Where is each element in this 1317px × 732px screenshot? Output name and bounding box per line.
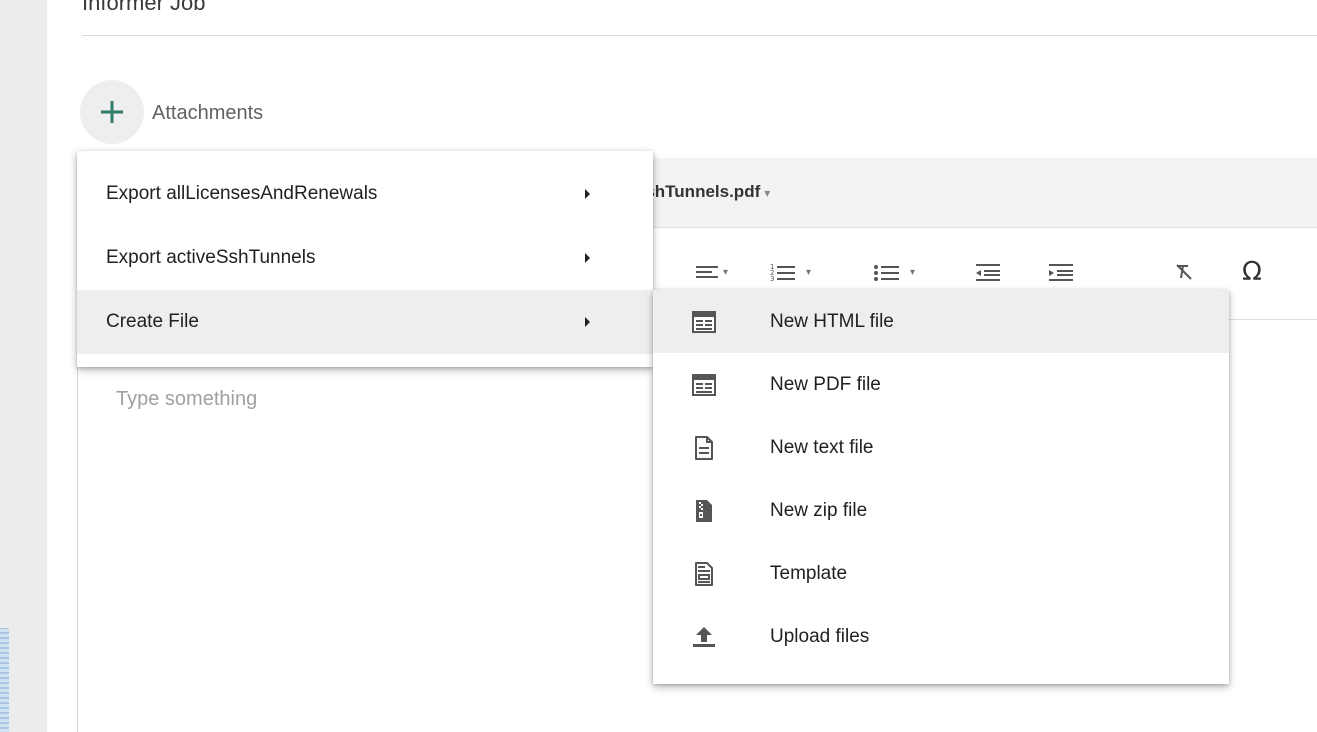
submenu-item-new-zip-file[interactable]: New zip file: [653, 479, 1229, 542]
indent-icon: [1049, 264, 1073, 281]
left-rail-decoration: [0, 628, 9, 732]
menu-item-label: Export activeSshTunnels: [106, 247, 316, 268]
submenu-item-new-html-file[interactable]: New HTML file: [653, 290, 1229, 353]
chevron-down-icon: ▾: [910, 266, 916, 278]
ordered-list-button[interactable]: 1 2 3 ▾: [770, 256, 811, 288]
attachments-label: Attachments: [152, 102, 264, 124]
submenu-item-label: Template: [770, 562, 848, 584]
submenu-item-label: New HTML file: [770, 310, 894, 332]
outdent-button[interactable]: [976, 256, 1002, 288]
attachments-context-menu: Export allLicensesAndRenewals Export act…: [77, 151, 653, 367]
menu-item-label: Export allLicensesAndRenewals: [106, 183, 378, 204]
zip-file-icon: [691, 498, 717, 524]
submenu-item-label: New zip file: [770, 499, 868, 521]
caret-right-icon: [585, 253, 590, 263]
chevron-down-icon: ▾: [764, 186, 771, 200]
menu-item-export-all-licenses[interactable]: Export allLicensesAndRenewals: [77, 162, 653, 226]
html-file-icon: [691, 309, 717, 335]
editor-placeholder: Type something: [116, 388, 258, 410]
clear-format-icon: [1176, 264, 1192, 280]
menu-item-export-active-ssh-tunnels[interactable]: Export activeSshTunnels: [77, 226, 653, 290]
bullet-list-icon: [874, 265, 899, 281]
text-file-icon: [691, 435, 717, 461]
chevron-down-icon: ▾: [723, 266, 729, 278]
outdent-icon: [976, 264, 1000, 281]
caret-right-icon: [585, 317, 590, 327]
job-title-field[interactable]: Informer Job: [82, 0, 1317, 36]
align-button[interactable]: ▾: [696, 256, 728, 288]
indent-button[interactable]: [1049, 256, 1075, 288]
chevron-down-icon: ▾: [806, 266, 812, 278]
bullet-list-button[interactable]: ▾: [874, 256, 915, 288]
file-tab-bar: SshTunnels.pdf ▾: [634, 158, 1317, 228]
clear-format-button[interactable]: [1174, 256, 1194, 288]
submenu-item-label: New PDF file: [770, 373, 881, 395]
ordered-list-icon: 1 2 3: [770, 263, 795, 282]
pdf-file-icon: [691, 372, 717, 398]
file-tab[interactable]: SshTunnels.pdf ▾: [634, 182, 770, 202]
menu-item-label: Create File: [106, 311, 199, 332]
submenu-item-template[interactable]: Template: [653, 542, 1229, 605]
submenu-item-new-text-file[interactable]: New text file: [653, 416, 1229, 479]
template-icon: [691, 561, 717, 587]
upload-icon: [691, 624, 717, 650]
plus-icon: [101, 101, 123, 123]
caret-right-icon: [585, 189, 590, 199]
omega-icon: Ω: [1242, 257, 1262, 287]
add-attachment-button[interactable]: [80, 80, 144, 144]
svg-text:3: 3: [770, 275, 774, 282]
align-icon: [696, 266, 718, 278]
submenu-item-new-pdf-file[interactable]: New PDF file: [653, 353, 1229, 416]
submenu-item-label: Upload files: [770, 625, 870, 647]
menu-item-create-file[interactable]: Create File: [77, 290, 653, 354]
submenu-item-label: New text file: [770, 436, 874, 458]
special-character-button[interactable]: Ω: [1242, 256, 1262, 288]
job-title-value: Informer Job: [82, 0, 206, 15]
create-file-submenu: New HTML file New PDF file New text file…: [653, 290, 1229, 684]
left-rail: [0, 0, 47, 732]
submenu-item-upload-files[interactable]: Upload files: [653, 605, 1229, 668]
